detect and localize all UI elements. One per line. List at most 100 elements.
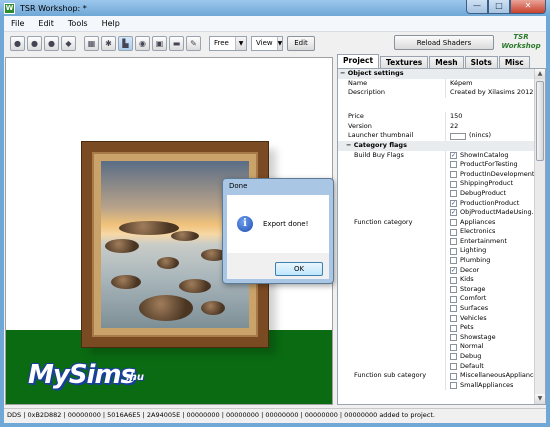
property-row-price[interactable]: Price 150 <box>338 112 535 122</box>
flag-checkbox[interactable] <box>450 324 457 332</box>
sphere-flat-icon[interactable]: ● <box>10 35 25 51</box>
thumbnail-value[interactable]: (nincs) <box>446 131 535 141</box>
tab-project[interactable]: Project <box>337 54 380 68</box>
flag-checkbox[interactable] <box>450 151 457 159</box>
function-category-flag-row[interactable]: Entertainment <box>338 236 535 247</box>
shoe-icon[interactable]: ▬ <box>169 35 184 51</box>
function-category-flag-row[interactable]: Decor <box>338 265 535 276</box>
function-category-flag-row[interactable]: Default <box>338 361 535 372</box>
grid-icon[interactable]: ▦ <box>84 35 99 51</box>
section-object-settings[interactable]: − Object settings <box>338 69 535 79</box>
flag-value[interactable]: ProductionProduct <box>446 199 535 209</box>
flag-checkbox[interactable] <box>450 343 457 351</box>
flag-checkbox[interactable] <box>450 199 457 207</box>
menu-edit[interactable]: Edit <box>31 19 61 28</box>
flag-checkbox[interactable] <box>450 286 457 294</box>
function-category-flag-row[interactable]: Surfaces <box>338 304 535 314</box>
brush-icon[interactable]: ✎ <box>186 35 201 51</box>
flag-checkbox[interactable] <box>450 382 457 390</box>
function-category-flag-row[interactable]: Vehicles <box>338 313 535 324</box>
mode-select[interactable]: Free ▼ <box>209 35 247 51</box>
flag-value[interactable]: Decor <box>446 266 535 276</box>
sphere-textured-icon[interactable]: ● <box>44 35 59 51</box>
vertical-scrollbar[interactable]: ▲ ▼ <box>534 69 545 404</box>
flag-value[interactable]: Appliances <box>446 218 535 228</box>
flag-value[interactable]: Normal <box>446 342 535 352</box>
menu-tools[interactable]: Tools <box>61 19 95 28</box>
minimize-button[interactable]: — <box>466 0 488 14</box>
flag-value[interactable]: MiscellaneousAppliances <box>446 371 535 381</box>
build-buy-flag-row[interactable]: ObjProductMadeUsing... <box>338 208 535 218</box>
flag-checkbox[interactable] <box>450 171 457 179</box>
flag-value[interactable]: Default <box>446 362 535 372</box>
flag-value[interactable]: Kids <box>446 275 535 285</box>
flag-checkbox[interactable] <box>450 362 457 370</box>
name-value[interactable]: Képem <box>446 79 535 89</box>
flag-checkbox[interactable] <box>450 353 457 361</box>
flag-checkbox[interactable] <box>450 266 457 274</box>
flag-checkbox[interactable] <box>450 314 457 322</box>
bones-icon[interactable]: ✱ <box>101 35 116 51</box>
flag-value[interactable]: Electronics <box>446 227 535 237</box>
flag-checkbox[interactable] <box>450 295 457 303</box>
room-icon[interactable]: ▙ <box>118 35 133 51</box>
build-buy-flag-row[interactable]: Build Buy Flags ShowInCatalog <box>338 150 535 161</box>
section-category-flags[interactable]: − Category flags <box>338 140 535 151</box>
description-value[interactable]: Created by Xilasims 2012 <box>446 88 535 98</box>
flag-checkbox[interactable] <box>450 334 457 342</box>
flag-value[interactable]: Pets <box>446 323 535 333</box>
function-category-flag-row[interactable]: Debug <box>338 352 535 362</box>
flag-checkbox[interactable] <box>450 276 457 284</box>
close-button[interactable]: ✕ <box>510 0 546 14</box>
build-buy-flag-row[interactable]: ProductionProduct <box>338 198 535 209</box>
function-subcategory-flag-row[interactable]: Function sub category MiscellaneousApplia… <box>338 371 535 381</box>
object-icon[interactable]: ◉ <box>135 35 150 51</box>
flag-checkbox[interactable] <box>450 228 457 236</box>
tab-textures[interactable]: Textures <box>380 56 429 68</box>
build-buy-flag-row[interactable]: ShippingProduct <box>338 179 535 189</box>
flag-value[interactable]: ShowInCatalog <box>446 151 535 161</box>
property-row-version[interactable]: Version 22 <box>338 121 535 132</box>
build-buy-flag-row[interactable]: DebugProduct <box>338 188 535 199</box>
flag-checkbox[interactable] <box>450 257 457 265</box>
function-category-flag-row[interactable]: Lighting <box>338 246 535 257</box>
view-select[interactable]: View ▼ <box>251 35 283 51</box>
flag-value[interactable]: ShippingProduct <box>446 179 535 189</box>
function-category-flag-row[interactable]: Function category Appliances <box>338 217 535 228</box>
diamond-icon[interactable]: ◆ <box>61 35 76 51</box>
function-category-flag-row[interactable]: Plumbing <box>338 256 535 266</box>
flag-checkbox[interactable] <box>450 161 457 169</box>
scroll-down-icon[interactable]: ▼ <box>535 394 545 404</box>
tab-slots[interactable]: Slots <box>464 56 498 68</box>
tab-misc[interactable]: Misc <box>498 56 530 68</box>
function-category-flag-row[interactable]: Normal <box>338 342 535 353</box>
property-row-description[interactable]: Description Created by Xilasims 2012 <box>338 88 535 98</box>
version-value[interactable]: 22 <box>446 122 535 132</box>
flag-value[interactable]: Debug <box>446 352 535 362</box>
tab-mesh[interactable]: Mesh <box>429 56 464 68</box>
flag-checkbox[interactable] <box>450 190 457 198</box>
function-category-flag-row[interactable]: Kids <box>338 275 535 285</box>
edit-button[interactable]: Edit <box>287 35 315 51</box>
box-icon[interactable]: ▣ <box>152 35 167 51</box>
flag-value[interactable]: SmallAppliances <box>446 381 535 391</box>
flag-value[interactable]: Plumbing <box>446 256 535 266</box>
flag-value[interactable]: ObjProductMadeUsing... <box>446 208 535 218</box>
ok-button[interactable]: OK <box>275 262 323 276</box>
function-category-flag-row[interactable]: Pets <box>338 323 535 333</box>
reload-shaders-button[interactable]: Reload Shaders <box>394 35 494 50</box>
flag-value[interactable]: Showstage <box>446 333 535 343</box>
build-buy-flag-row[interactable]: ProductInDevelopment <box>338 169 535 180</box>
flag-checkbox[interactable] <box>450 305 457 313</box>
flag-checkbox[interactable] <box>450 372 457 380</box>
sphere-shaded-icon[interactable]: ● <box>27 35 42 51</box>
function-category-flag-row[interactable]: Showstage <box>338 332 535 343</box>
function-category-flag-row[interactable]: Storage <box>338 284 535 295</box>
menu-help[interactable]: Help <box>95 19 127 28</box>
flag-value[interactable]: Entertainment <box>446 237 535 247</box>
flag-checkbox[interactable] <box>450 247 457 255</box>
flag-value[interactable]: ProductForTesting <box>446 160 535 170</box>
price-value[interactable]: 150 <box>446 112 535 122</box>
flag-checkbox[interactable] <box>450 219 457 226</box>
function-category-flag-row[interactable]: Electronics <box>338 227 535 237</box>
